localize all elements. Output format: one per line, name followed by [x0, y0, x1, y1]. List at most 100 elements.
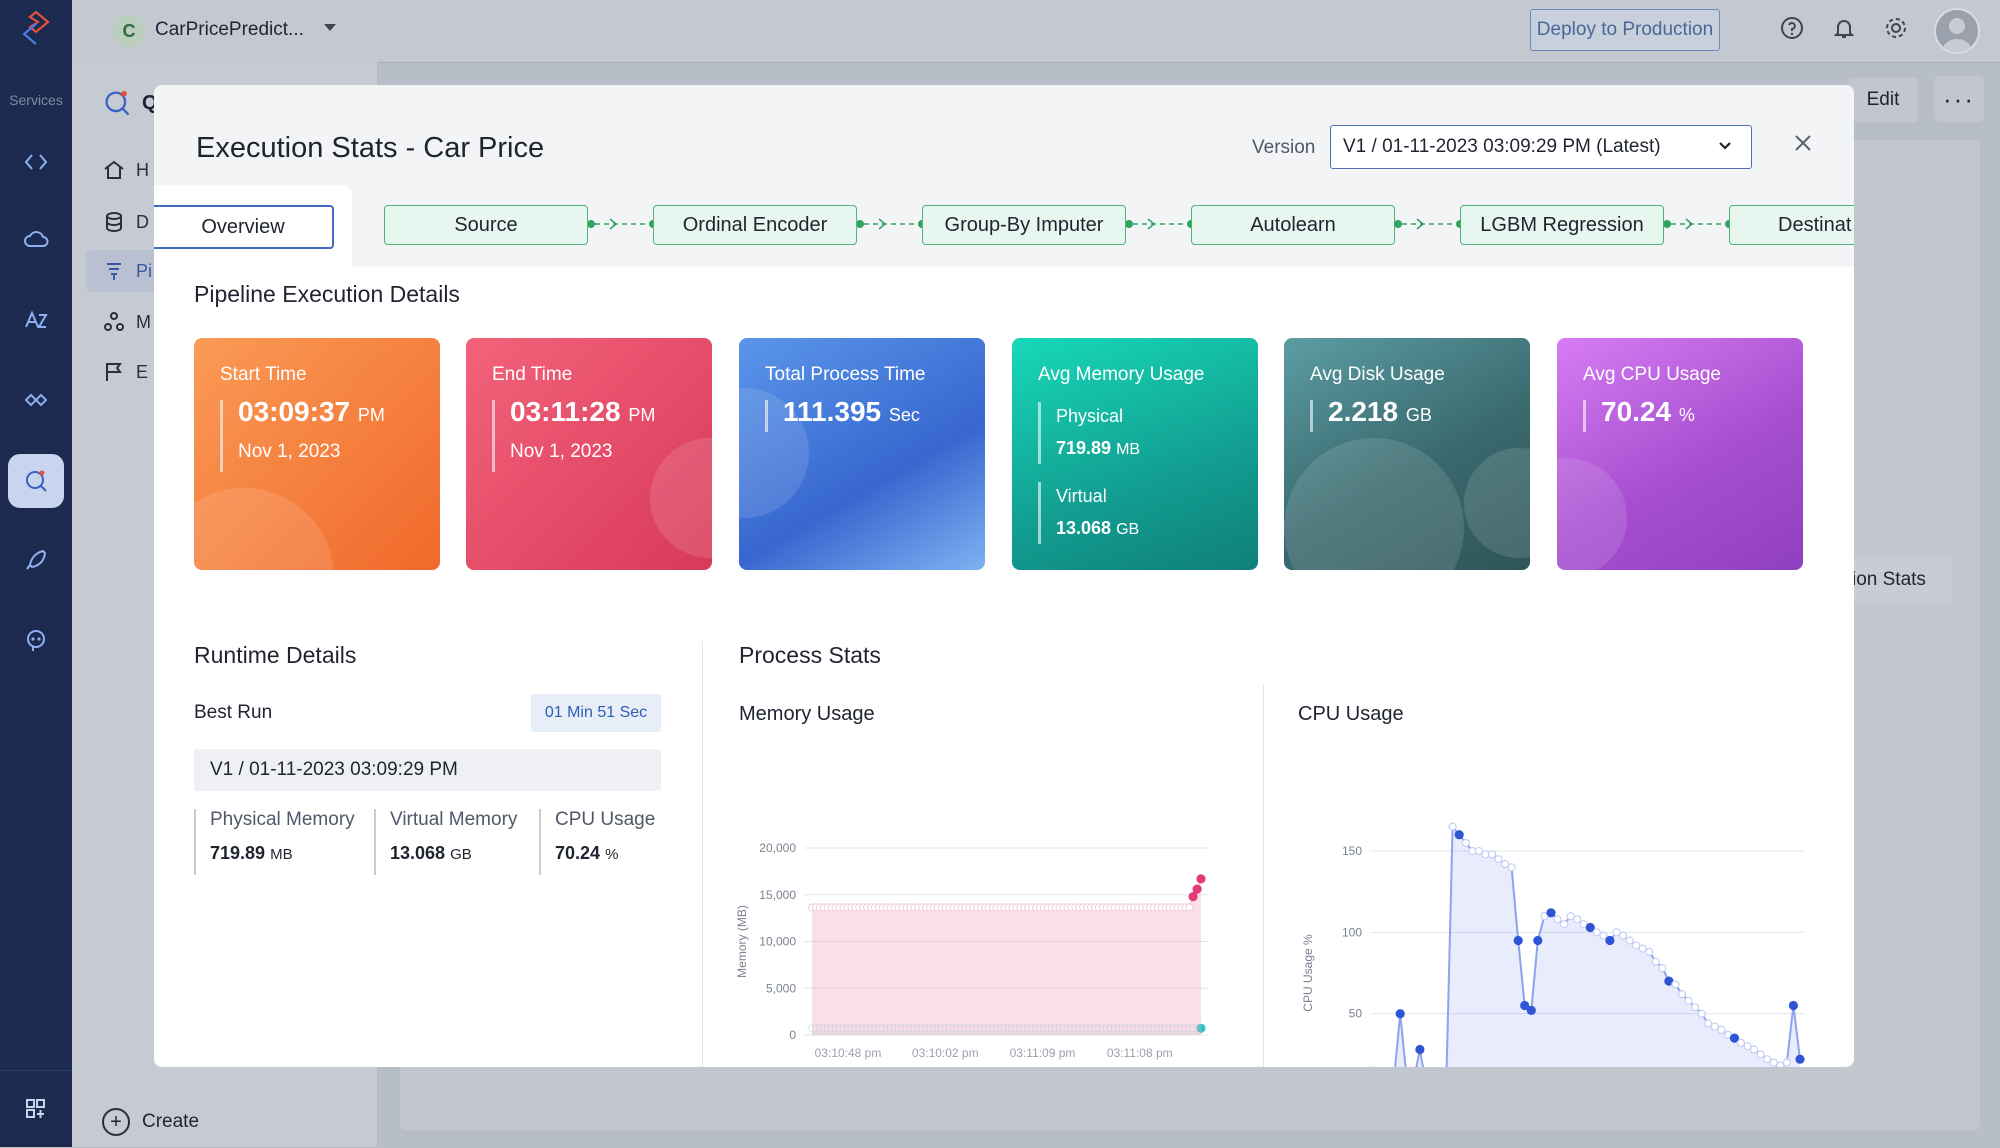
rail-item-ml[interactable]	[14, 378, 58, 422]
runtime-physical-memory: Physical Memory 719.89 MB	[194, 809, 355, 875]
process-stats-title: Process Stats	[739, 642, 881, 668]
data-point	[1704, 1019, 1713, 1028]
pipeline-node-source[interactable]: Source	[384, 205, 588, 245]
runtime-details-title: Runtime Details	[194, 642, 357, 668]
flag-icon	[106, 363, 122, 381]
avg-cpu-usage-card: Avg CPU Usage 70.24 %	[1557, 338, 1803, 570]
text-analytics-icon	[25, 310, 48, 328]
data-point	[1481, 850, 1490, 859]
best-run-version: V1 / 01-11-2023 03:09:29 PM	[194, 749, 661, 791]
best-run-duration-badge: 01 Min 51 Sec	[531, 694, 661, 732]
rail-item-cloud[interactable]	[14, 218, 58, 262]
rail-item-quickml[interactable]	[8, 454, 64, 508]
rail-bottom	[0, 1070, 72, 1148]
create-label: Create	[142, 1111, 200, 1132]
close-icon[interactable]	[1792, 132, 1814, 154]
avg-disk-usage-card: Avg Disk Usage 2.218 GB	[1284, 338, 1530, 570]
y-tick-label: 150	[1342, 844, 1362, 858]
rail-item-rocket[interactable]	[14, 538, 58, 582]
avg-cpu-usage-value: 70.24 %	[1601, 396, 1695, 427]
data-point	[1546, 908, 1556, 918]
avg-disk-usage-value: 2.218 GB	[1328, 396, 1432, 427]
pipeline-connector	[1395, 218, 1463, 230]
data-point	[1769, 1058, 1778, 1067]
quickml-icon	[105, 90, 130, 116]
project-dropdown-icon[interactable]	[324, 24, 336, 31]
virtual-label: Virtual	[1056, 486, 1107, 506]
pipeline-node-lgbm-regression[interactable]: LGBM Regression	[1460, 205, 1664, 245]
tab-overview[interactable]: Overview	[154, 185, 352, 267]
data-point	[1697, 1009, 1706, 1018]
project-name[interactable]: CarPricePredict...	[155, 19, 304, 41]
cpu-usage-chart: 05010015003:10:48 pm03:11:05 pm03:10:32 …	[1301, 822, 1805, 1067]
data-point	[1196, 874, 1206, 884]
help-icon[interactable]	[1778, 14, 1806, 42]
deploy-button[interactable]: Deploy to Production	[1530, 9, 1720, 51]
data-point	[1710, 1022, 1719, 1031]
sidenav-item-datasets[interactable]: D	[102, 210, 149, 234]
card-label: Avg Disk Usage	[1310, 364, 1445, 385]
create-button[interactable]: + Create	[102, 1108, 199, 1136]
avg-memory-usage-card: Avg Memory Usage Physical 719.89 MB Virt…	[1012, 338, 1258, 570]
end-date: Nov 1, 2023	[510, 441, 613, 462]
data-point	[1533, 935, 1543, 946]
cpu-chart-title: CPU Usage	[1298, 703, 1404, 725]
service-header: Q	[102, 88, 158, 118]
settings-gear-icon[interactable]	[1882, 14, 1910, 42]
pipeline-node-destination[interactable]: Destinat	[1729, 205, 1854, 245]
data-point	[1185, 903, 1194, 912]
physical-value: 719.89 MB	[1056, 438, 1141, 458]
data-point	[1651, 957, 1660, 966]
rail-item-bot[interactable]	[14, 618, 58, 662]
data-point	[1612, 928, 1621, 937]
data-point	[1756, 1050, 1765, 1059]
runtime-virtual-memory: Virtual Memory 13.068 GB	[374, 809, 517, 875]
data-point	[1560, 920, 1569, 929]
cloud-icon	[24, 231, 49, 247]
data-point	[1605, 935, 1615, 946]
rail-item-text-analytics[interactable]	[14, 298, 58, 342]
notification-bell-icon[interactable]	[1830, 14, 1858, 42]
x-tick-label: 03:11:08 pm	[1107, 1046, 1173, 1060]
user-avatar[interactable]	[1934, 8, 1980, 54]
x-tick-label: 03:10:02 pm	[912, 1046, 979, 1060]
section-divider	[702, 641, 703, 1067]
data-point	[1691, 1003, 1700, 1012]
y-tick-label: 5,000	[766, 981, 796, 995]
execution-stats-button[interactable]: ion Stats	[1848, 556, 1952, 604]
sidenav-item-home[interactable]: H	[102, 158, 149, 182]
version-value: V1 / 01-11-2023 03:09:29 PM (Latest)	[1343, 136, 1661, 157]
pipeline-node-autolearn[interactable]: Autolearn	[1191, 205, 1395, 245]
sidenav-item-endpoints[interactable]: E	[102, 360, 148, 384]
data-point	[1494, 854, 1503, 864]
sidenav-item-models[interactable]: M	[102, 310, 151, 334]
version-label: Version	[1252, 137, 1316, 158]
app-logo-icon[interactable]	[20, 10, 52, 46]
data-point	[1625, 936, 1634, 945]
rail-item-code[interactable]	[14, 140, 58, 184]
data-point	[1566, 912, 1575, 921]
data-point	[1507, 863, 1516, 872]
data-point	[1717, 1025, 1726, 1034]
project-avatar[interactable]: C	[112, 14, 146, 48]
virtual-value: 13.068 GB	[1056, 518, 1140, 538]
data-point	[1487, 850, 1497, 859]
pipeline-connector	[588, 218, 656, 230]
data-point	[1585, 922, 1595, 933]
y-tick-label: 0	[789, 1028, 796, 1042]
apps-menu-button[interactable]	[14, 1087, 58, 1131]
pipeline-node-ordinal-encoder[interactable]: Ordinal Encoder	[653, 205, 857, 245]
version-select[interactable]: V1 / 01-11-2023 03:09:29 PM (Latest)	[1330, 125, 1752, 169]
card-label: End Time	[492, 364, 573, 385]
card-label: Start Time	[220, 364, 307, 385]
data-point	[1729, 1033, 1740, 1043]
pipeline-node-group-by-imputer[interactable]: Group-By Imputer	[922, 205, 1126, 245]
data-point	[1782, 1058, 1792, 1067]
edit-button[interactable]: Edit	[1848, 78, 1918, 122]
more-options-button[interactable]: ···	[1934, 76, 1984, 122]
bot-icon	[27, 630, 45, 651]
tab-overview-label: Overview	[154, 205, 334, 249]
y-axis-label: Memory (MB)	[735, 905, 749, 978]
card-label: Total Process Time	[765, 364, 926, 385]
data-point	[1776, 1061, 1785, 1067]
